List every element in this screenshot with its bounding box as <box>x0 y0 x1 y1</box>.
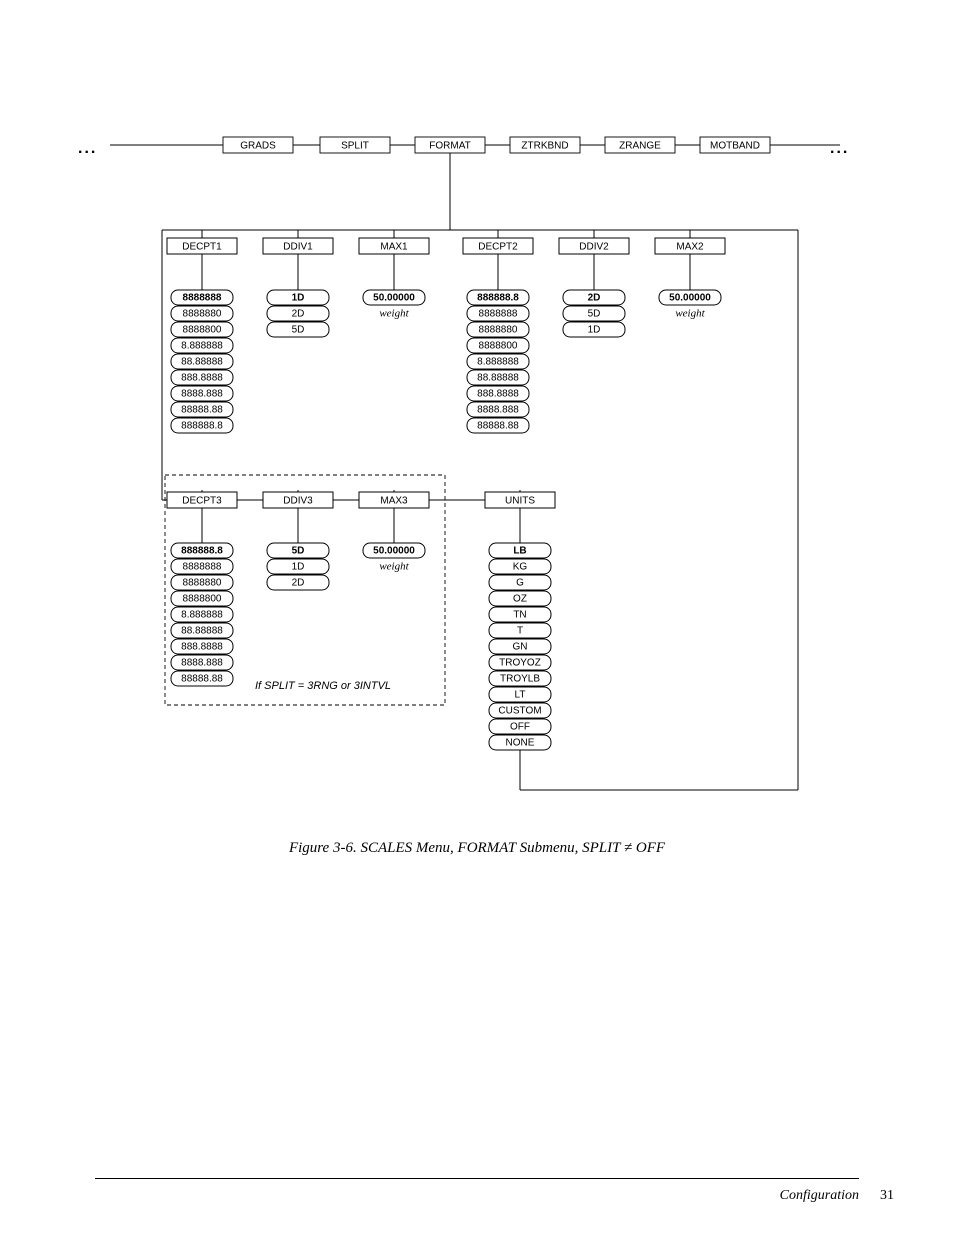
svg-text:ZRANGE: ZRANGE <box>619 141 661 152</box>
svg-text:FORMAT: FORMAT <box>429 141 470 152</box>
svg-text:8.888888: 8.888888 <box>181 341 223 352</box>
svg-text:GN: GN <box>513 642 528 653</box>
svg-text:CUSTOM: CUSTOM <box>498 706 541 717</box>
svg-text:DECPT1: DECPT1 <box>182 242 222 253</box>
footer-page-number: 31 <box>880 1188 894 1204</box>
svg-text:UNITS: UNITS <box>505 496 535 507</box>
svg-text:1D: 1D <box>292 562 305 573</box>
svg-text:888888.8: 888888.8 <box>181 421 223 432</box>
svg-text:888.8888: 888.8888 <box>181 642 223 653</box>
svg-text:NONE: NONE <box>506 738 535 749</box>
svg-text:8888800: 8888800 <box>479 341 518 352</box>
svg-text:8.888888: 8.888888 <box>181 610 223 621</box>
svg-text:LB: LB <box>513 546 526 557</box>
split-condition-note: If SPLIT = 3RNG or 3INTVL <box>255 680 391 692</box>
document-page: ... ... GRADS SPLIT FORMAT ZTRKBND ZRANG… <box>0 0 954 1235</box>
max1-value: 50.00000 weight <box>363 290 425 320</box>
svg-text:8888800: 8888800 <box>183 594 222 605</box>
svg-text:5D: 5D <box>292 546 305 557</box>
row2: DECPT1 DDIV1 MAX1 DECPT2 DDIV2 MAX2 <box>167 238 725 254</box>
svg-text:OZ: OZ <box>513 594 527 605</box>
svg-text:50.00000: 50.00000 <box>373 546 415 557</box>
svg-text:8888800: 8888800 <box>183 325 222 336</box>
ddiv1-options: 1D 2D 5D <box>267 290 329 337</box>
svg-text:KG: KG <box>513 562 528 573</box>
svg-text:LT: LT <box>515 690 526 701</box>
svg-text:DECPT3: DECPT3 <box>182 496 222 507</box>
ddiv3-options: 5D 1D 2D <box>267 543 329 590</box>
svg-text:DDIV3: DDIV3 <box>283 496 313 507</box>
svg-text:8888888: 8888888 <box>183 562 222 573</box>
svg-text:weight: weight <box>379 561 409 573</box>
svg-text:2D: 2D <box>588 293 601 304</box>
svg-text:8888.888: 8888.888 <box>181 658 223 669</box>
ellipsis-left: ... <box>78 140 97 158</box>
svg-text:8888880: 8888880 <box>479 325 518 336</box>
svg-text:8888888: 8888888 <box>479 309 518 320</box>
svg-text:88.88888: 88.88888 <box>181 357 223 368</box>
svg-text:888888.8: 888888.8 <box>477 293 519 304</box>
max2-value: 50.00000 weight <box>659 290 721 320</box>
svg-text:88888.88: 88888.88 <box>477 421 519 432</box>
svg-text:50.00000: 50.00000 <box>373 293 415 304</box>
units-options: LB KG G OZ TN T GN TROYOZ TROYLB LT CUST… <box>489 543 551 750</box>
svg-text:888.8888: 888.8888 <box>477 389 519 400</box>
footer-section: Configuration <box>780 1188 859 1204</box>
svg-text:TN: TN <box>513 610 526 621</box>
svg-text:888.8888: 888.8888 <box>181 373 223 384</box>
svg-text:50.00000: 50.00000 <box>669 293 711 304</box>
svg-text:weight: weight <box>379 308 409 320</box>
svg-text:5D: 5D <box>292 325 305 336</box>
svg-text:888888.8: 888888.8 <box>181 546 223 557</box>
decpt2-options: 888888.8 8888888 8888880 8888800 8.88888… <box>467 290 529 433</box>
figure-caption: Figure 3-6. SCALES Menu, FORMAT Submenu,… <box>0 840 954 857</box>
svg-text:2D: 2D <box>292 578 305 589</box>
footer-separator <box>95 1178 859 1179</box>
svg-text:DDIV2: DDIV2 <box>579 242 609 253</box>
svg-text:8888880: 8888880 <box>183 309 222 320</box>
svg-text:2D: 2D <box>292 309 305 320</box>
svg-text:T: T <box>517 626 523 637</box>
svg-text:GRADS: GRADS <box>240 141 276 152</box>
ddiv2-options: 2D 5D 1D <box>563 290 625 337</box>
svg-text:1D: 1D <box>588 325 601 336</box>
row3: DECPT3 DDIV3 MAX3 UNITS <box>167 492 555 508</box>
svg-text:weight: weight <box>675 308 705 320</box>
svg-text:MAX1: MAX1 <box>380 242 408 253</box>
svg-text:SPLIT: SPLIT <box>341 141 369 152</box>
svg-text:ZTRKBND: ZTRKBND <box>521 141 568 152</box>
svg-text:88888.88: 88888.88 <box>181 405 223 416</box>
svg-text:DECPT2: DECPT2 <box>478 242 518 253</box>
svg-text:8888.888: 8888.888 <box>477 405 519 416</box>
svg-text:1D: 1D <box>292 293 305 304</box>
max3-value: 50.00000 weight <box>363 543 425 573</box>
svg-text:OFF: OFF <box>510 722 530 733</box>
svg-text:88.88888: 88.88888 <box>477 373 519 384</box>
svg-text:5D: 5D <box>588 309 601 320</box>
svg-text:88888.88: 88888.88 <box>181 674 223 685</box>
svg-text:8888888: 8888888 <box>183 293 222 304</box>
svg-text:TROYLB: TROYLB <box>500 674 540 685</box>
svg-text:DDIV1: DDIV1 <box>283 242 313 253</box>
decpt3-options: 888888.8 8888888 8888880 8888800 8.88888… <box>171 543 233 686</box>
svg-text:88.88888: 88.88888 <box>181 626 223 637</box>
decpt1-options: 8888888 8888880 8888800 8.888888 88.8888… <box>171 290 233 433</box>
svg-text:TROYOZ: TROYOZ <box>499 658 541 669</box>
svg-text:G: G <box>516 578 524 589</box>
menu-diagram: GRADS SPLIT FORMAT ZTRKBND ZRANGE MOTBAN… <box>110 120 860 820</box>
svg-text:8888.888: 8888.888 <box>181 389 223 400</box>
svg-text:8888880: 8888880 <box>183 578 222 589</box>
svg-text:MOTBAND: MOTBAND <box>710 141 760 152</box>
svg-text:MAX3: MAX3 <box>380 496 408 507</box>
svg-text:MAX2: MAX2 <box>676 242 704 253</box>
svg-text:8.888888: 8.888888 <box>477 357 519 368</box>
